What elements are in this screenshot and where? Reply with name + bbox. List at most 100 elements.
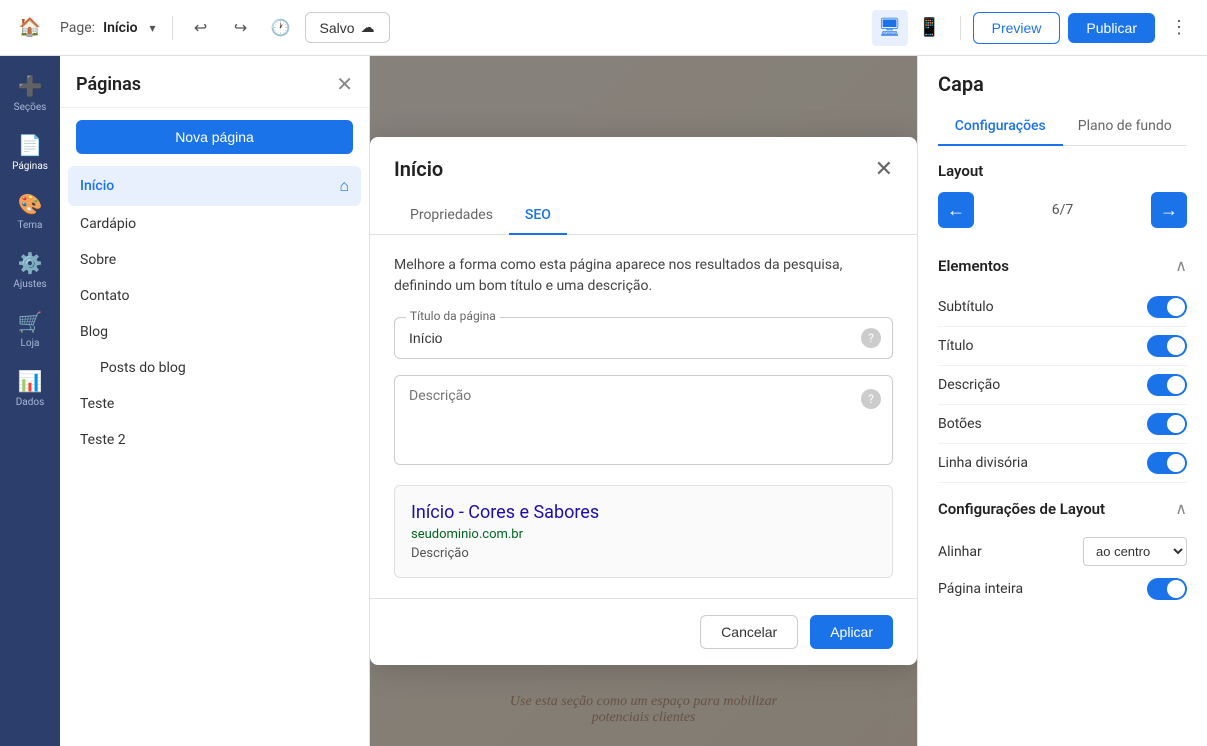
page-dropdown-icon[interactable]: ▾ [146, 17, 160, 39]
sidebar-item-loja[interactable]: 🛒 Loja [0, 300, 60, 359]
page-item-cardapio-label: Cardápio [80, 216, 136, 232]
ajustes-icon: ⚙️ [18, 251, 43, 275]
modal-overlay: Início ✕ Propriedades SEO Melhore a form… [370, 56, 917, 746]
page-list: Início ⌂ Cardápio Sobre Contato Blog Pos… [60, 166, 369, 458]
sidebar-item-secoes[interactable]: ➕ Seções [0, 64, 60, 123]
sidebar-item-dados[interactable]: 📊 Dados [0, 359, 60, 418]
config-alinhar-select[interactable]: à esquerda ao centro à direita [1083, 537, 1187, 566]
element-descricao-toggle[interactable] [1147, 374, 1187, 396]
element-botoes: Botões [938, 405, 1187, 444]
element-botoes-label: Botões [938, 416, 982, 432]
config-layout-title: Configurações de Layout [938, 500, 1105, 518]
page-item-cardapio[interactable]: Cardápio [68, 206, 361, 242]
elements-title: Elementos [938, 257, 1009, 275]
device-buttons: 🖥 📱 [872, 10, 948, 46]
page-item-teste2-label: Teste 2 [80, 432, 126, 448]
description-help-icon[interactable]: ? [861, 389, 881, 409]
apply-button[interactable]: Aplicar [810, 615, 893, 649]
right-panel-header: Capa Configurações Plano de fundo [918, 56, 1207, 146]
layout-prev-button[interactable]: ← [938, 192, 974, 228]
page-item-inicio-label: Início [80, 178, 114, 194]
page-item-posts-blog[interactable]: Posts do blog [68, 350, 361, 386]
modal-description: Melhore a forma como esta página aparece… [394, 255, 893, 297]
modal-close-button[interactable]: ✕ [875, 158, 893, 180]
sidebar-item-ajustes[interactable]: ⚙️ Ajustes [0, 241, 60, 300]
elements-header: Elementos ∧ [938, 256, 1187, 276]
seo-preview-box: Início - Cores e Sabores seudominio.com.… [394, 485, 893, 578]
element-botoes-toggle[interactable] [1147, 413, 1187, 435]
elements-collapse-button[interactable]: ∧ [1175, 256, 1187, 276]
page-item-sobre[interactable]: Sobre [68, 242, 361, 278]
element-linha-divisoria-toggle[interactable] [1147, 452, 1187, 474]
page-item-sobre-label: Sobre [80, 252, 116, 268]
config-layout-header: Configurações de Layout ∧ [938, 499, 1187, 519]
toolbar-separator-1 [172, 16, 173, 40]
preview-button[interactable]: Preview [973, 12, 1061, 44]
secoes-icon: ➕ [18, 74, 43, 98]
undo-button[interactable]: ↩ [185, 12, 217, 44]
sidebar-item-paginas[interactable]: 📄 Páginas [0, 123, 60, 182]
page-name: Início [103, 20, 137, 36]
layout-label: Layout [938, 162, 1187, 180]
pages-sidebar-close-button[interactable]: ✕ [336, 72, 353, 97]
save-cloud-icon: ☁ [361, 19, 375, 36]
redo-button[interactable]: ↪ [225, 12, 257, 44]
pages-sidebar-header: Páginas ✕ [60, 56, 369, 108]
element-subtitulo-toggle[interactable] [1147, 296, 1187, 318]
seo-preview-url: seudominio.com.br [411, 527, 876, 542]
modal-body: Melhore a forma como esta página aparece… [370, 235, 917, 598]
page-item-teste[interactable]: Teste [68, 386, 361, 422]
home-page-icon: ⌂ [339, 176, 349, 196]
publish-button[interactable]: Publicar [1068, 13, 1155, 43]
page-label: Page: [60, 20, 95, 36]
page-item-teste2[interactable]: Teste 2 [68, 422, 361, 458]
more-options-button[interactable]: ⋮ [1163, 12, 1195, 44]
config-layout-section: Configurações de Layout ∧ Alinhar à esqu… [918, 499, 1207, 622]
title-help-icon[interactable]: ? [861, 328, 881, 348]
right-panel: Capa Configurações Plano de fundo Layout… [917, 56, 1207, 746]
tab-plano-de-fundo[interactable]: Plano de fundo [1063, 108, 1188, 146]
page-item-posts-blog-label: Posts do blog [100, 360, 186, 376]
config-pagina-inteira-toggle[interactable] [1147, 578, 1187, 600]
page-item-inicio[interactable]: Início ⌂ [68, 166, 361, 206]
right-panel-tabs: Configurações Plano de fundo [938, 108, 1187, 146]
main-area: ➕ Seções 📄 Páginas 🎨 Tema ⚙️ Ajustes 🛒 L… [0, 56, 1207, 746]
config-alinhar-row: Alinhar à esquerda ao centro à direita [938, 531, 1187, 572]
home-button[interactable]: 🏠 [12, 10, 48, 46]
seo-modal: Início ✕ Propriedades SEO Melhore a form… [370, 137, 917, 665]
modal-title: Início [394, 157, 443, 181]
paginas-icon: 📄 [18, 133, 43, 157]
description-input[interactable] [394, 375, 893, 465]
cancel-button[interactable]: Cancelar [700, 615, 798, 649]
seo-preview-title: Início - Cores e Sabores [411, 502, 876, 523]
mobile-device-button[interactable]: 📱 [912, 10, 948, 46]
modal-footer: Cancelar Aplicar [370, 598, 917, 665]
description-field: ? [394, 375, 893, 469]
config-layout-collapse-button[interactable]: ∧ [1175, 499, 1187, 519]
page-item-contato[interactable]: Contato [68, 278, 361, 314]
toolbar: 🏠 Page: Início ▾ ↩ ↪ 🕐 Salvo ☁ 🖥 📱 Previ… [0, 0, 1207, 56]
page-item-blog[interactable]: Blog [68, 314, 361, 350]
layout-row: ← 6/7 → [938, 192, 1187, 228]
element-titulo-toggle[interactable] [1147, 335, 1187, 357]
tab-configuracoes[interactable]: Configurações [938, 108, 1063, 146]
element-descricao-label: Descrição [938, 377, 1000, 393]
tab-seo[interactable]: SEO [509, 197, 567, 235]
save-button[interactable]: Salvo ☁ [305, 12, 390, 43]
pages-sidebar: Páginas ✕ Nova página Início ⌂ Cardápio … [60, 56, 370, 746]
tab-propriedades[interactable]: Propriedades [394, 197, 509, 235]
history-button[interactable]: 🕐 [265, 12, 297, 44]
sidebar-item-tema[interactable]: 🎨 Tema [0, 182, 60, 241]
layout-next-button[interactable]: → [1151, 192, 1187, 228]
elements-section: Elementos ∧ Subtítulo Título Descrição B… [918, 256, 1207, 499]
element-descricao: Descrição [938, 366, 1187, 405]
content-area: Use esta seção como um espaço para mobil… [370, 56, 917, 746]
config-alinhar-label: Alinhar [938, 544, 982, 560]
layout-page-indicator: 6/7 [982, 202, 1143, 218]
page-title-input[interactable] [394, 317, 893, 359]
right-panel-title: Capa [938, 72, 1187, 96]
page-title-field: Título da página ? [394, 317, 893, 359]
element-titulo: Título [938, 327, 1187, 366]
desktop-device-button[interactable]: 🖥 [872, 10, 908, 46]
new-page-button[interactable]: Nova página [76, 120, 353, 154]
